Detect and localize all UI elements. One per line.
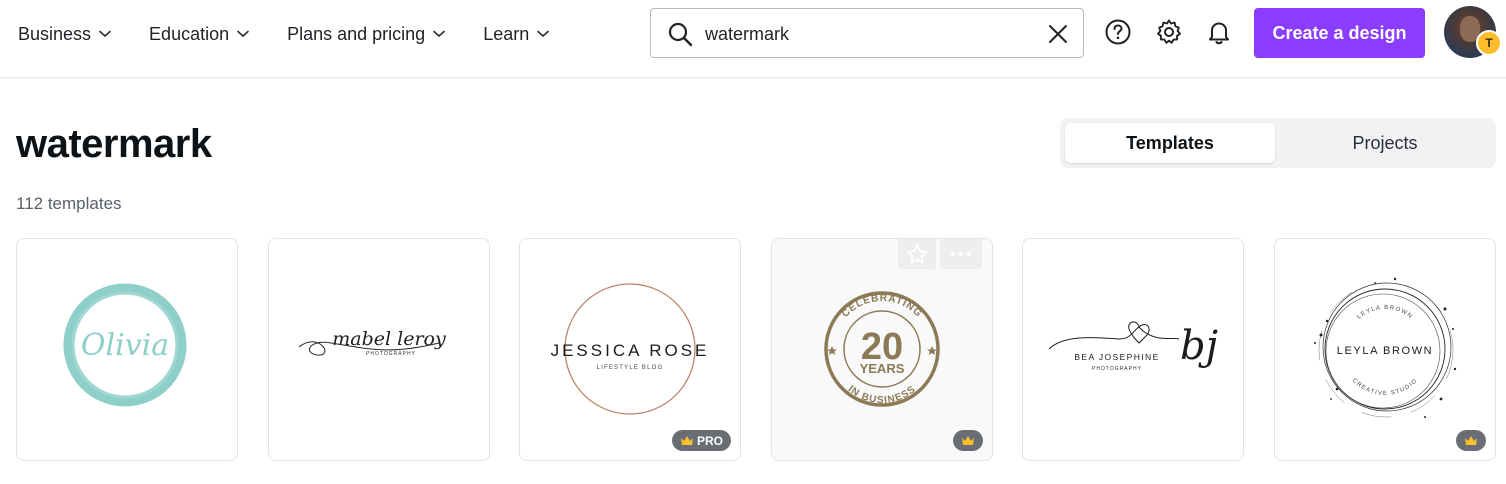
- main-nav: Business Education Plans and pricing Lea…: [18, 22, 587, 46]
- logo-subtext: PHOTOGRAPHY: [366, 351, 416, 357]
- logo-text: Olivia: [81, 328, 169, 363]
- chevron-down-icon: [237, 30, 249, 38]
- results-toggle: Templates Projects: [1060, 118, 1496, 168]
- top-header: Business Education Plans and pricing Lea…: [0, 0, 1506, 78]
- template-card[interactable]: LEYLA BROWN CREATIVE STUDIO LEYLA BROWN: [1274, 238, 1496, 461]
- tab-projects[interactable]: Projects: [1280, 123, 1490, 163]
- search-icon: [668, 22, 693, 47]
- nav-plans-label: Plans and pricing: [287, 23, 426, 44]
- template-count: 112 templates: [16, 194, 122, 213]
- template-card[interactable]: mabel leroy PHOTOGRAPHY: [268, 238, 490, 461]
- bell-icon[interactable]: [1205, 18, 1233, 46]
- crown-icon: [1465, 435, 1477, 445]
- more-icon: [950, 251, 972, 257]
- logo-text: BEA JOSEPHINE: [1074, 352, 1159, 362]
- nav-learn[interactable]: Learn: [483, 22, 550, 46]
- template-thumbnail: CELEBRATING IN BUSINESS 20 YEARS: [824, 291, 940, 407]
- help-icon[interactable]: [1104, 18, 1132, 46]
- template-thumbnail: JESSICA ROSE LIFESTYLE BLOG: [551, 283, 710, 415]
- logo-text: LEYLA BROWN: [1337, 345, 1433, 357]
- badge-label: PRO: [696, 433, 723, 448]
- ring-text-bottom: CREATIVE STUDIO: [1351, 378, 1419, 397]
- search-box: [650, 8, 1084, 58]
- pro-badge: [1456, 430, 1486, 451]
- template-card[interactable]: BEA JOSEPHINE PHOTOGRAPHY bj: [1022, 238, 1244, 461]
- page-title: watermark: [16, 122, 212, 166]
- logo-subtext: LIFESTYLE BLOG: [597, 365, 664, 371]
- nav-education-label: Education: [149, 23, 230, 44]
- crown-icon: [962, 435, 974, 445]
- template-thumbnail: BEA JOSEPHINE PHOTOGRAPHY bj: [1048, 321, 1218, 372]
- logo-subtext: YEARS: [860, 361, 905, 376]
- create-design-button[interactable]: Create a design: [1254, 8, 1425, 58]
- template-thumbnail: Olivia: [63, 283, 187, 407]
- chevron-down-icon: [433, 30, 446, 38]
- logo-subtext: PHOTOGRAPHY: [1092, 366, 1142, 372]
- chevron-down-icon: [537, 30, 550, 38]
- nav-education[interactable]: Education: [149, 22, 249, 46]
- tab-templates[interactable]: Templates: [1065, 123, 1275, 163]
- ring-text-top: CELEBRATING: [840, 293, 924, 320]
- team-badge[interactable]: T: [1476, 30, 1502, 56]
- template-thumbnail: mabel leroy PHOTOGRAPHY: [298, 328, 446, 357]
- ring-text-top: LEYLA BROWN: [1356, 305, 1414, 320]
- template-card[interactable]: CELEBRATING IN BUSINESS 20 YEARS: [771, 238, 993, 461]
- monogram-text: bj: [1180, 323, 1218, 369]
- template-card[interactable]: JESSICA ROSE LIFESTYLE BLOG PRO: [519, 238, 741, 461]
- favorite-button[interactable]: [898, 239, 936, 269]
- nav-plans-pricing[interactable]: Plans and pricing: [287, 22, 446, 46]
- nav-business[interactable]: Business: [18, 22, 111, 46]
- nav-business-label: Business: [18, 23, 92, 44]
- card-actions: [898, 239, 982, 269]
- crown-icon: [680, 435, 693, 445]
- template-grid: Olivia mabel leroy PHOTOGRAPHY JESSICA R…: [16, 238, 1506, 462]
- pro-badge: [953, 430, 983, 451]
- logo-text: mabel leroy: [332, 328, 446, 350]
- more-options-button[interactable]: [940, 239, 982, 269]
- nav-learn-label: Learn: [483, 23, 530, 44]
- chevron-down-icon: [99, 30, 111, 38]
- template-thumbnail: LEYLA BROWN CREATIVE STUDIO LEYLA BROWN: [1314, 277, 1457, 418]
- logo-text: JESSICA ROSE: [551, 341, 710, 360]
- close-icon[interactable]: [1047, 23, 1069, 45]
- search-input[interactable]: [705, 21, 1025, 47]
- gear-icon[interactable]: [1155, 18, 1183, 46]
- star-icon: [906, 244, 928, 264]
- pro-badge: PRO: [671, 430, 731, 451]
- template-card[interactable]: Olivia: [16, 238, 238, 461]
